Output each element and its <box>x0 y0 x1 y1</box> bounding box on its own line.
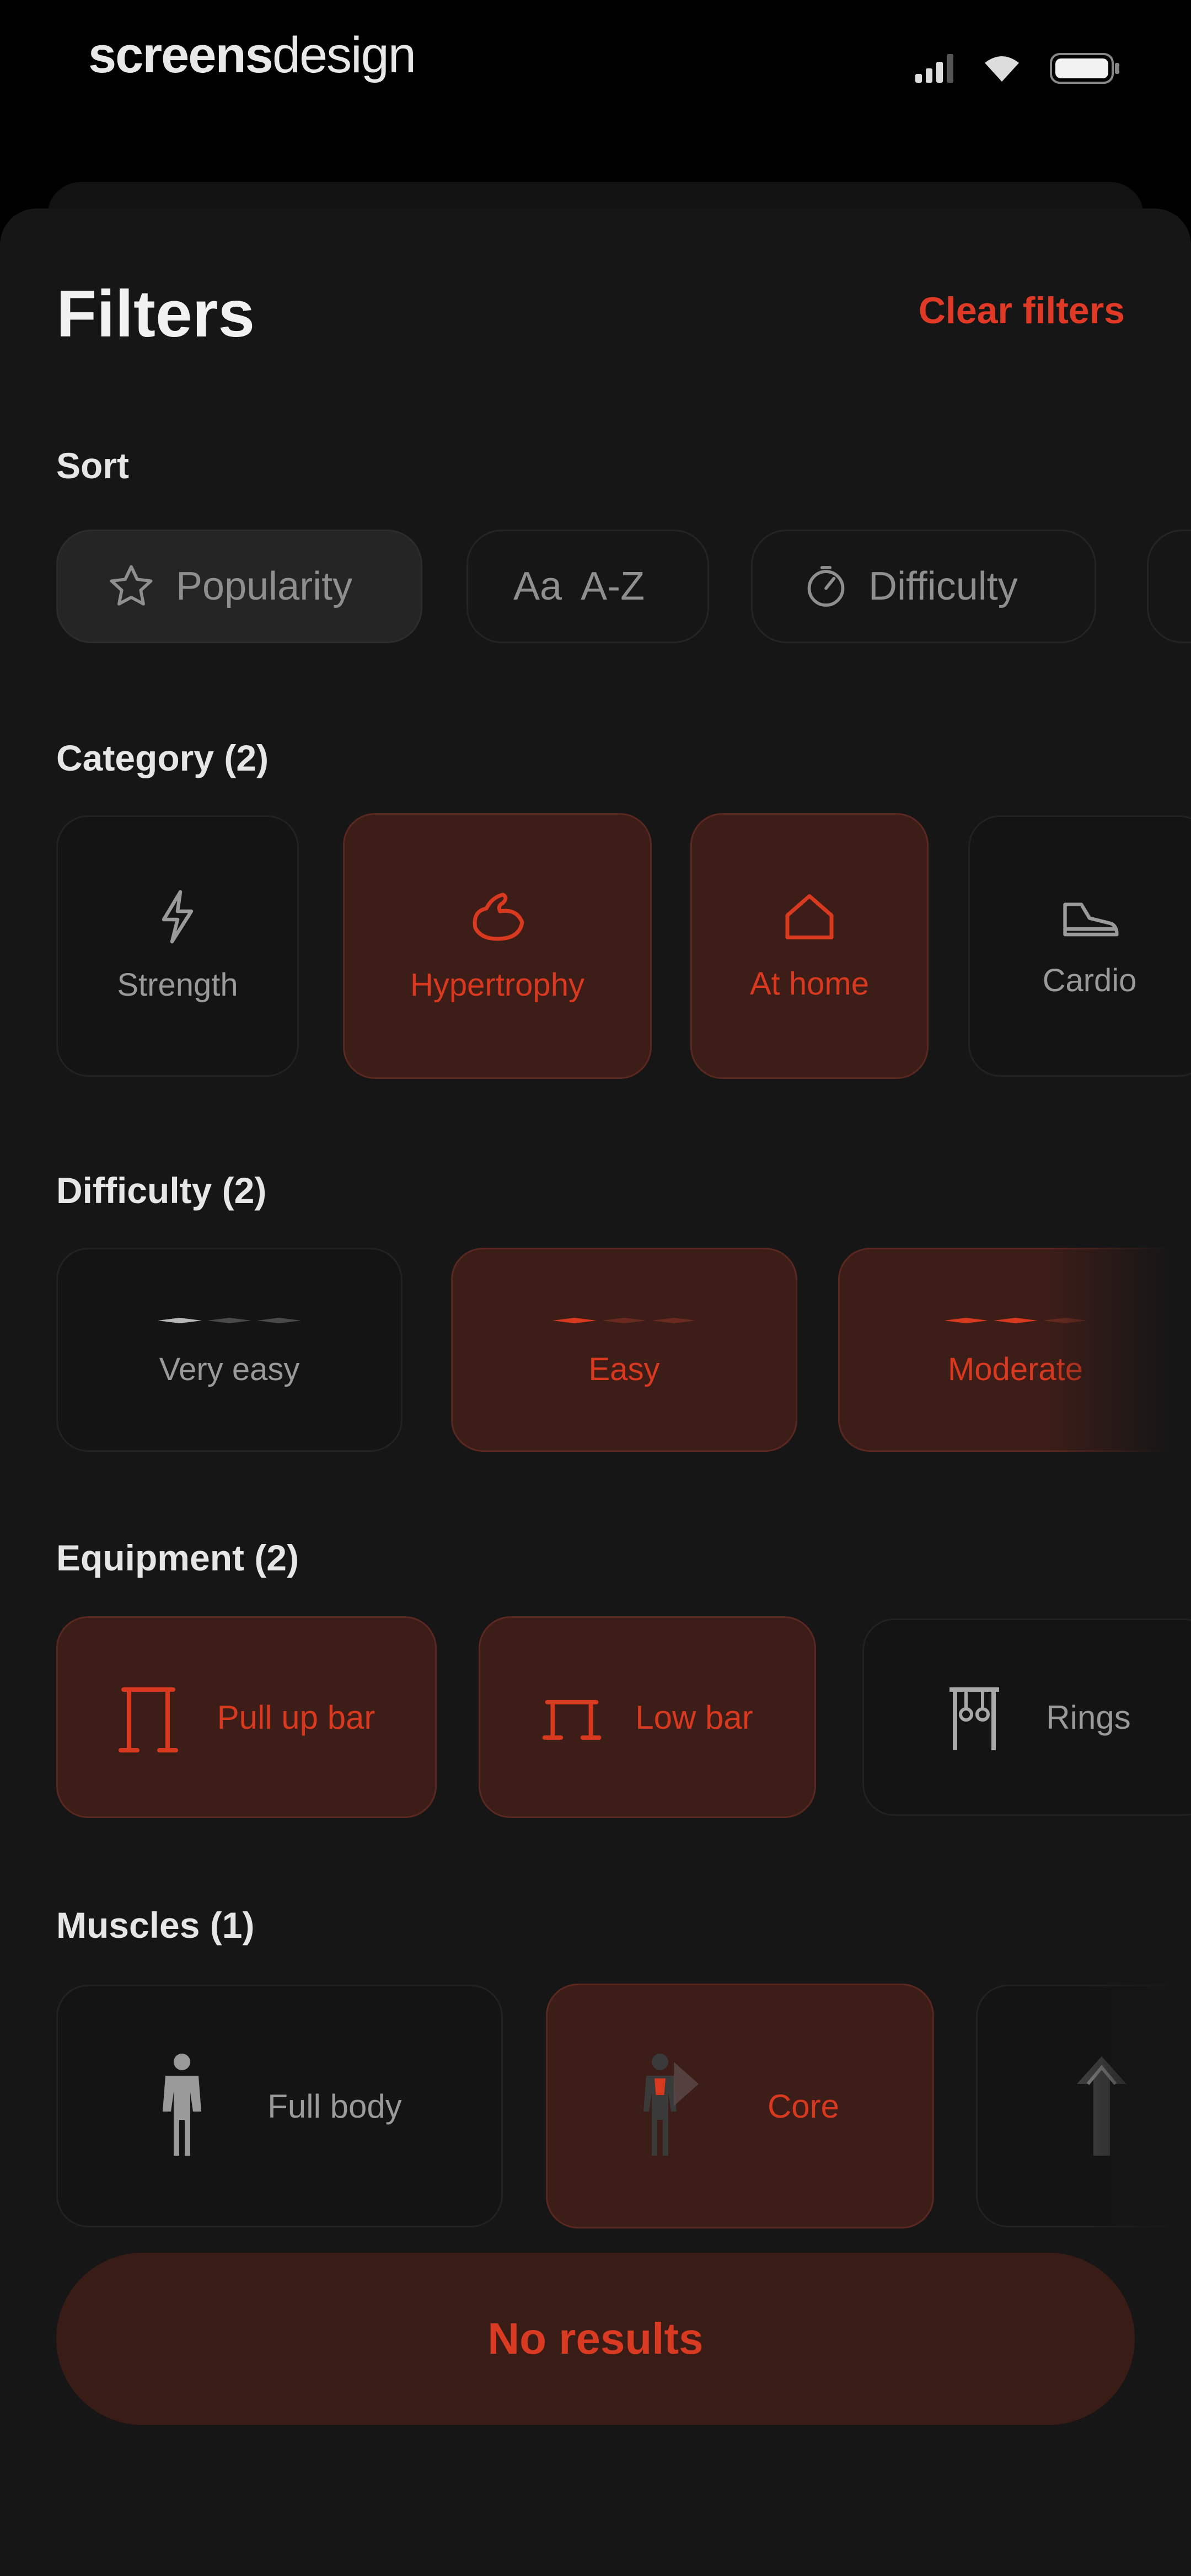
sort-option-label: Difficulty <box>868 564 1018 608</box>
muscle-label: Full body <box>267 2087 402 2125</box>
body-figure-icon <box>163 2054 202 2156</box>
muscle-label: Core <box>767 2087 840 2125</box>
clear-filters-button[interactable]: Clear filters <box>919 289 1125 332</box>
category-card-at-home[interactable]: At home <box>690 813 929 1079</box>
category-label: Hypertrophy <box>410 966 584 1003</box>
category-label: At home <box>750 965 869 1002</box>
equipment-card-low-bar[interactable]: Low bar <box>479 1616 816 1818</box>
battery-icon <box>1050 53 1119 84</box>
house-icon <box>785 894 834 939</box>
category-card-cardio[interactable]: Cardio <box>968 815 1191 1077</box>
equipment-label: Low bar <box>635 1698 753 1736</box>
category-section-label: Category (2) <box>56 737 269 778</box>
sort-section-label: Sort <box>56 445 129 486</box>
page-title: Filters <box>56 277 255 351</box>
scroll-fade <box>1048 1241 1191 1462</box>
rings-icon <box>949 1687 1000 1750</box>
shoe-icon <box>1063 902 1119 936</box>
difficulty-level-indicator <box>552 1317 696 1323</box>
sort-option-offscreen[interactable] <box>1147 530 1191 643</box>
star-icon <box>110 565 153 606</box>
equipment-label: Pull up bar <box>217 1698 375 1736</box>
sort-option-label: A-Z <box>581 564 645 608</box>
sort-option-popularity[interactable]: Popularity <box>56 530 422 643</box>
category-label: Cardio <box>1042 962 1137 998</box>
brand-logo: screensdesign <box>88 26 416 84</box>
sort-option-label: Popularity <box>176 564 353 608</box>
brand-logo-bold: screens <box>88 27 273 83</box>
difficulty-label: Easy <box>588 1351 660 1387</box>
core-figure-icon <box>643 2054 699 2156</box>
alphabet-icon: Aa <box>513 564 562 608</box>
brand-logo-light: design <box>272 27 416 83</box>
pull-up-bar-icon <box>118 1687 178 1752</box>
scroll-fade <box>1081 1980 1191 2234</box>
muscle-card-core[interactable]: Core <box>546 1984 934 2228</box>
wifi-icon <box>985 56 1019 82</box>
low-bar-icon <box>542 1699 602 1740</box>
category-card-strength[interactable]: Strength <box>56 815 299 1077</box>
category-card-hypertrophy[interactable]: Hypertrophy <box>343 813 652 1079</box>
difficulty-card-easy[interactable]: Easy <box>451 1248 797 1452</box>
muscle-icon <box>473 892 524 940</box>
gauge-icon <box>807 566 845 607</box>
sort-option-difficulty[interactable]: Difficulty <box>751 530 1096 643</box>
signal-icon <box>915 54 953 83</box>
equipment-label: Rings <box>1046 1698 1131 1736</box>
difficulty-section-label: Difficulty (2) <box>56 1170 267 1211</box>
equipment-card-pull-up-bar[interactable]: Pull up bar <box>56 1616 437 1818</box>
difficulty-label: Very easy <box>159 1351 300 1387</box>
muscle-card-full-body[interactable]: Full body <box>56 1985 503 2227</box>
category-label: Strength <box>117 966 238 1003</box>
lightning-icon <box>162 890 194 943</box>
difficulty-level-indicator <box>158 1317 301 1323</box>
muscles-section-label: Muscles (1) <box>56 1905 255 1946</box>
difficulty-card-very-easy[interactable]: Very easy <box>56 1248 403 1452</box>
show-results-button[interactable]: No results <box>56 2253 1135 2425</box>
status-icons <box>915 53 1122 84</box>
equipment-card-rings[interactable]: Rings <box>862 1618 1191 1816</box>
sort-option-a-z[interactable]: Aa A-Z <box>466 530 709 643</box>
equipment-section-label: Equipment (2) <box>56 1537 299 1578</box>
